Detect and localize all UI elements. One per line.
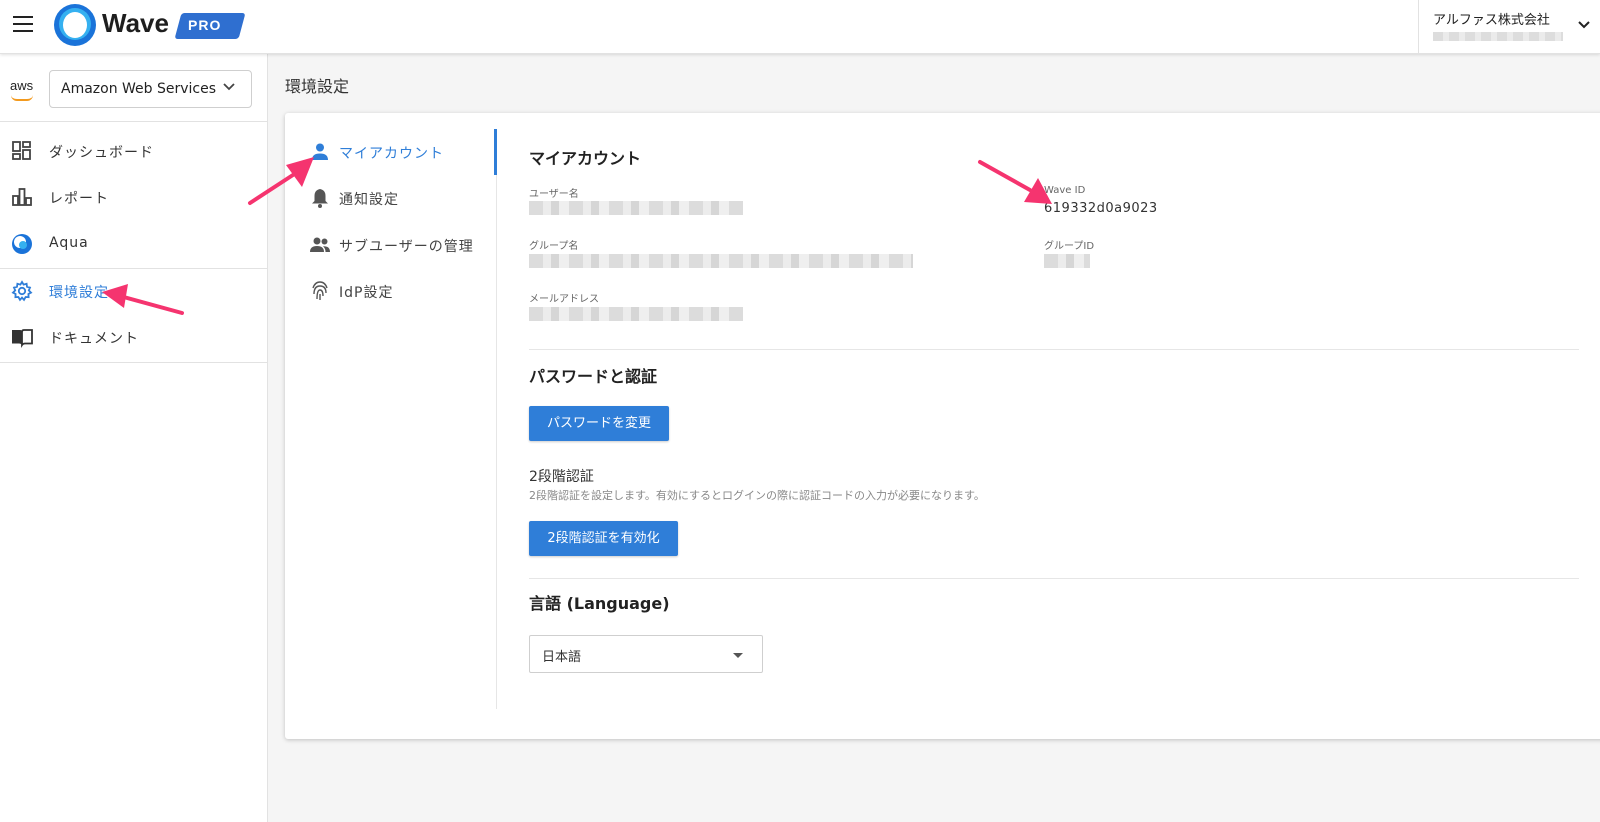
sidebar-item-label: ダッシュボード bbox=[49, 145, 154, 161]
chevron-down-icon bbox=[222, 80, 236, 96]
aws-logo: aws bbox=[10, 78, 34, 93]
aqua-icon bbox=[11, 233, 33, 255]
sidebar-item-report[interactable]: レポート bbox=[0, 179, 268, 215]
dashboard-icon bbox=[11, 140, 33, 162]
sub-nav-label: 通知設定 bbox=[339, 192, 399, 208]
sidebar-divider bbox=[0, 121, 268, 122]
sub-nav-label: マイアカウント bbox=[339, 146, 444, 162]
account-user-redacted bbox=[1433, 32, 1563, 41]
sidebar-item-label: Aqua bbox=[49, 235, 89, 251]
enable-twofa-button[interactable]: 2段階認証を有効化 bbox=[529, 521, 678, 556]
wave-id-value: 619332d0a9023 bbox=[1044, 201, 1158, 216]
email-value-redacted bbox=[529, 307, 743, 321]
sidebar-item-aqua[interactable]: Aqua bbox=[0, 226, 268, 262]
chevron-down-icon[interactable] bbox=[1577, 18, 1591, 34]
provider-select[interactable]: Amazon Web Services bbox=[49, 70, 252, 108]
settings-card: マイアカウント 通知設定 サブユーザーの管理 IdP設定 マイアカウント ユーザ… bbox=[285, 113, 1600, 739]
aws-smile-icon bbox=[11, 95, 33, 101]
sidebar-divider bbox=[0, 362, 268, 363]
annotation-arrow-icon bbox=[978, 160, 1052, 204]
caret-down-icon bbox=[733, 653, 743, 658]
sidebar-item-label: レポート bbox=[49, 191, 109, 207]
sidebar-item-dashboard[interactable]: ダッシュボード bbox=[0, 133, 268, 169]
group-id-label: グループID bbox=[1044, 241, 1095, 252]
hamburger-icon[interactable] bbox=[13, 16, 33, 32]
sub-nav-notifications[interactable]: 通知設定 bbox=[309, 183, 489, 213]
account-menu[interactable]: アルファス株式会社 bbox=[1418, 0, 1600, 54]
language-section-title: 言語 (Language) bbox=[529, 594, 670, 613]
wave-logo-icon[interactable] bbox=[54, 4, 96, 46]
language-select[interactable]: 日本語 bbox=[529, 635, 763, 673]
change-password-button[interactable]: パスワードを変更 bbox=[529, 406, 669, 441]
sub-nav-my-account[interactable]: マイアカウント bbox=[309, 137, 489, 167]
account-name: アルファス株式会社 bbox=[1433, 13, 1550, 28]
sub-nav-active-indicator bbox=[494, 129, 497, 175]
my-account-title: マイアカウント bbox=[529, 149, 642, 168]
sub-nav-label: サブユーザーの管理 bbox=[339, 239, 474, 255]
twofa-title: 2段階認証 bbox=[529, 469, 594, 485]
language-selected: 日本語 bbox=[542, 650, 582, 665]
sidebar-item-documents[interactable]: ドキュメント bbox=[0, 319, 268, 355]
fingerprint-icon bbox=[309, 280, 331, 302]
book-icon bbox=[11, 326, 33, 348]
group-name-label: グループ名 bbox=[529, 241, 579, 252]
email-label: メールアドレス bbox=[529, 294, 599, 305]
bar-chart-icon bbox=[11, 186, 33, 208]
pro-badge: PRO bbox=[188, 17, 222, 33]
group-id-value-redacted bbox=[1044, 254, 1090, 268]
people-icon bbox=[309, 234, 331, 256]
section-divider bbox=[529, 349, 1579, 350]
sidebar: aws Amazon Web Services ダッシュボード レポート Aqu… bbox=[0, 54, 268, 822]
sub-nav-divider bbox=[496, 129, 497, 709]
username-value-redacted bbox=[529, 201, 743, 215]
sub-nav-idp[interactable]: IdP設定 bbox=[309, 276, 489, 306]
sidebar-item-label: ドキュメント bbox=[49, 331, 139, 347]
provider-selected: Amazon Web Services bbox=[61, 81, 217, 97]
page-title: 環境設定 bbox=[285, 77, 350, 96]
gear-icon bbox=[11, 280, 33, 302]
annotation-arrow-icon bbox=[102, 284, 184, 315]
twofa-description: 2段階認証を設定します。有効にするとログインの際に認証コードの入力が必要になりま… bbox=[529, 489, 985, 502]
logo-text[interactable]: Wave bbox=[102, 8, 169, 39]
sidebar-divider bbox=[0, 268, 268, 269]
username-label: ユーザー名 bbox=[529, 189, 579, 200]
sub-nav-sub-users[interactable]: サブユーザーの管理 bbox=[309, 230, 489, 260]
sub-nav-label: IdP設定 bbox=[339, 285, 394, 301]
group-name-value-redacted bbox=[529, 254, 913, 268]
password-section-title: パスワードと認証 bbox=[529, 367, 658, 386]
app-header: Wave PRO アルファス株式会社 bbox=[0, 0, 1600, 54]
section-divider bbox=[529, 578, 1579, 579]
annotation-arrow-icon bbox=[248, 157, 314, 205]
